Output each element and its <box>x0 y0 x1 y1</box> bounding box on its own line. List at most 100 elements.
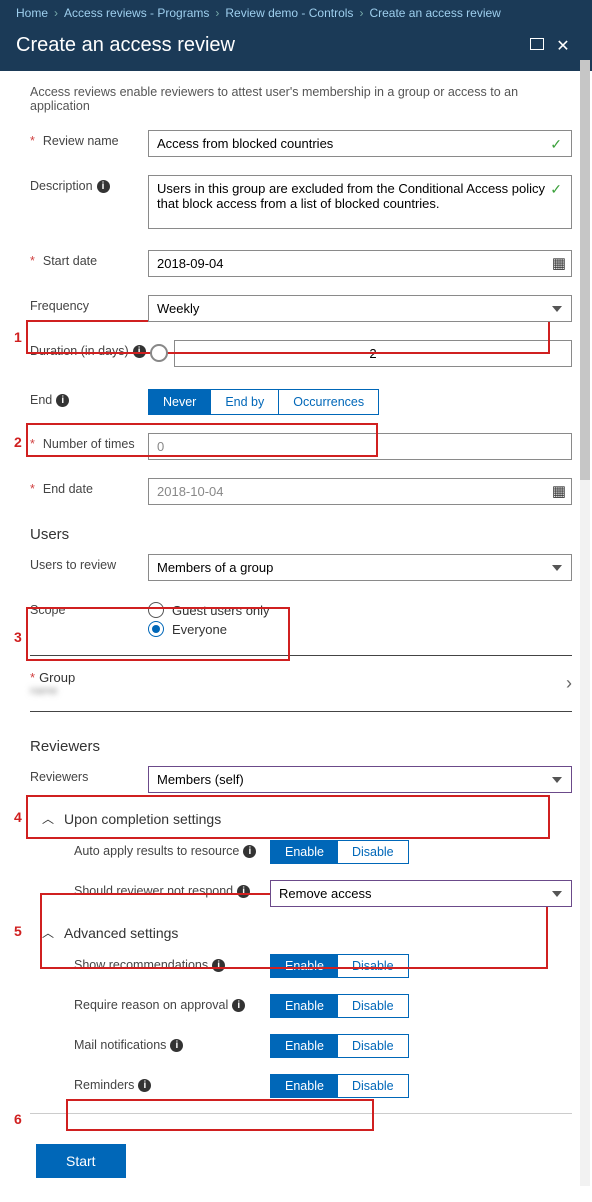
info-icon[interactable]: i <box>232 999 245 1012</box>
end-date-input <box>148 478 572 505</box>
intro-text: Access reviews enable reviewers to attes… <box>30 85 530 113</box>
breadcrumb-item[interactable]: Access reviews - Programs <box>64 6 209 20</box>
chevron-right-icon: › <box>359 6 363 20</box>
chevron-right-icon: › <box>566 673 572 694</box>
toggle-enable[interactable]: Enable <box>271 995 338 1017</box>
req-reason-toggle: Enable Disable <box>270 994 409 1018</box>
reminders-toggle: Enable Disable <box>270 1074 409 1098</box>
label-frequency: Frequency <box>30 295 148 313</box>
group-picker-row[interactable]: Group name › <box>30 662 572 705</box>
label-end-date: End date <box>30 478 148 496</box>
mail-toggle: Enable Disable <box>270 1034 409 1058</box>
users-to-review-select[interactable]: Members of a group <box>148 554 572 581</box>
toggle-enable[interactable]: Enable <box>271 1075 338 1097</box>
info-icon[interactable]: i <box>97 180 110 193</box>
info-icon[interactable]: i <box>170 1039 183 1052</box>
label-users-to-review: Users to review <box>30 554 148 572</box>
chevron-right-icon: › <box>54 6 58 20</box>
info-icon[interactable]: i <box>133 345 146 358</box>
check-icon: ✓ <box>550 181 562 198</box>
annotation-6: 6 <box>14 1111 22 1127</box>
no-respond-select[interactable]: Remove access <box>270 880 572 907</box>
review-name-input[interactable] <box>148 130 572 157</box>
show-rec-toggle: Enable Disable <box>270 954 409 978</box>
start-button[interactable]: Start <box>36 1144 126 1178</box>
end-option-occurrences[interactable]: Occurrences <box>279 390 378 414</box>
description-input[interactable]: Users in this group are excluded from th… <box>148 175 572 229</box>
annotation-1: 1 <box>14 329 22 345</box>
chevron-up-icon: ︿ <box>42 924 54 941</box>
label-show-rec: Show recommendations i <box>74 954 270 972</box>
radio-guest-users[interactable] <box>148 602 164 618</box>
toggle-disable[interactable]: Disable <box>338 955 408 977</box>
section-advanced-title: Advanced settings <box>64 925 178 941</box>
annotation-5: 5 <box>14 923 22 939</box>
label-group: Group <box>30 670 75 685</box>
info-icon[interactable]: i <box>237 885 250 898</box>
info-icon[interactable]: i <box>212 959 225 972</box>
reviewers-select[interactable]: Members (self) <box>148 766 572 793</box>
label-reminders: Reminders i <box>74 1074 270 1092</box>
info-icon[interactable]: i <box>243 845 256 858</box>
section-advanced-toggle[interactable]: ︿ Advanced settings <box>42 924 572 941</box>
toggle-disable[interactable]: Disable <box>338 1075 408 1097</box>
page-title: Create an access review <box>16 34 524 57</box>
radio-label: Guest users only <box>172 603 270 618</box>
label-number-of-times: Number of times <box>30 433 148 451</box>
info-icon[interactable]: i <box>138 1079 151 1092</box>
divider <box>30 1113 572 1114</box>
label-auto-apply: Auto apply results to resource i <box>74 840 270 858</box>
breadcrumb: Home › Access reviews - Programs › Review … <box>0 0 592 26</box>
number-of-times-input <box>148 433 572 460</box>
restore-window-icon[interactable] <box>524 37 550 55</box>
highlight-box-6 <box>66 1099 374 1131</box>
duration-slider[interactable] <box>148 350 160 358</box>
section-reviewers: Reviewers <box>30 738 572 755</box>
breadcrumb-item: Create an access review <box>369 6 500 20</box>
toggle-enable[interactable]: Enable <box>271 955 338 977</box>
toggle-enable[interactable]: Enable <box>271 841 338 863</box>
section-completion-title: Upon completion settings <box>64 811 221 827</box>
toggle-disable[interactable]: Disable <box>338 995 408 1017</box>
divider <box>30 711 572 712</box>
end-segmented: Never End by Occurrences <box>148 389 379 415</box>
radio-everyone[interactable] <box>148 621 164 637</box>
toggle-enable[interactable]: Enable <box>271 1035 338 1057</box>
label-reviewers: Reviewers <box>30 766 148 784</box>
label-no-respond: Should reviewer not respond i <box>74 880 270 898</box>
check-icon: ✓ <box>550 136 562 153</box>
frequency-select[interactable]: Weekly <box>148 295 572 322</box>
label-start-date: Start date <box>30 250 148 268</box>
end-option-never[interactable]: Never <box>149 390 211 414</box>
section-completion-toggle[interactable]: ︿ Upon completion settings <box>42 810 572 827</box>
divider <box>30 655 572 656</box>
group-value-redacted: name <box>30 685 566 697</box>
section-users: Users <box>30 526 572 543</box>
radio-label: Everyone <box>172 622 227 637</box>
label-req-reason: Require reason on approval i <box>74 994 270 1012</box>
end-option-endby[interactable]: End by <box>211 390 279 414</box>
breadcrumb-item[interactable]: Home <box>16 6 48 20</box>
label-end: End i <box>30 389 148 407</box>
slider-thumb[interactable] <box>150 344 168 362</box>
toggle-disable[interactable]: Disable <box>338 841 408 863</box>
annotation-3: 3 <box>14 629 22 645</box>
info-icon[interactable]: i <box>56 394 69 407</box>
duration-input[interactable] <box>174 340 572 367</box>
label-duration: Duration (in days) i <box>30 340 148 358</box>
calendar-icon: ▦ <box>552 482 566 500</box>
start-date-input[interactable] <box>148 250 572 277</box>
close-icon[interactable]: ✕ <box>550 36 576 56</box>
label-description: Description i <box>30 175 148 193</box>
breadcrumb-item[interactable]: Review demo - Controls <box>225 6 353 20</box>
label-mail: Mail notifications i <box>74 1034 270 1052</box>
annotation-2: 2 <box>14 434 22 450</box>
calendar-icon[interactable]: ▦ <box>552 254 566 272</box>
chevron-up-icon: ︿ <box>42 810 54 827</box>
auto-apply-toggle: Enable Disable <box>270 840 409 864</box>
toggle-disable[interactable]: Disable <box>338 1035 408 1057</box>
label-review-name: Review name <box>30 130 148 148</box>
annotation-4: 4 <box>14 809 22 825</box>
blade-header: Create an access review ✕ <box>0 26 592 71</box>
form-body: Access reviews enable reviewers to attes… <box>0 71 592 1202</box>
